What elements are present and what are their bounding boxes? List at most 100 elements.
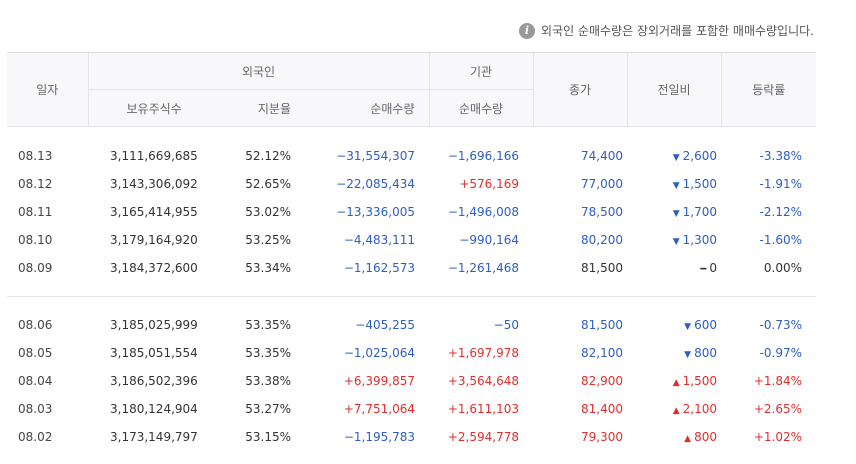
row-change: ▲ 1,500 (627, 367, 721, 395)
row-ratio: 53.35% (245, 346, 291, 360)
row-change: ▼ 2,600 (627, 142, 721, 170)
row-shares: 3,180,124,904 (110, 402, 198, 416)
row-change-value: 800 (694, 430, 717, 444)
row-change: ▼ 1,700 (627, 198, 721, 226)
row-inst-net: −1,261,468 (447, 261, 519, 275)
row-date: 08.03 (18, 402, 53, 416)
row-shares: 3,173,149,797 (110, 430, 198, 444)
row-shares: 3,184,372,600 (110, 261, 198, 275)
row-rate: -1.91% (759, 177, 802, 191)
row-ratio: 52.65% (245, 177, 291, 191)
row-close: 79,300 (581, 430, 623, 444)
header-row-1: 일자 외국인 기관 종가 전일비 등락률 (7, 52, 816, 127)
row-change-value: 800 (694, 346, 717, 360)
row-close: 81,500 (581, 318, 623, 332)
row-date: 08.02 (18, 430, 53, 444)
header-shares: 보유주식수 (87, 89, 218, 127)
row-change-value: 1,500 (682, 177, 717, 191)
row-close: 82,100 (581, 346, 623, 360)
row-date: 08.05 (18, 346, 53, 360)
notice-text: 외국인 순매수량은 장외거래를 포함한 매매수량입니다. (541, 24, 814, 38)
row-rate: +1.02% (753, 430, 802, 444)
row-rate: -2.12% (759, 205, 802, 219)
row-close: 82,900 (581, 374, 623, 388)
row-date: 08.04 (18, 374, 53, 388)
row-ratio: 53.02% (245, 205, 291, 219)
row-rate: -1.60% (759, 233, 802, 247)
arrow-down-icon: ▼ (672, 209, 680, 219)
row-shares: 3,111,669,685 (110, 149, 198, 163)
table-row: 08.11 3,165,414,955 53.02% −13,336,005 −1,49… (7, 198, 816, 226)
row-foreign-net: −405,255 (355, 318, 415, 332)
header-date: 일자 (7, 52, 88, 127)
table-row: 08.10 3,179,164,920 53.25% −4,483,111 −990,1… (7, 226, 816, 254)
row-change: ━ 0 (627, 254, 721, 282)
row-foreign-net: −13,336,005 (336, 205, 415, 219)
row-ratio: 53.25% (245, 233, 291, 247)
row-ratio: 52.12% (245, 149, 291, 163)
header-foreign: 외국인 (87, 52, 429, 90)
investor-trading-table: 일자 외국인 기관 종가 전일비 등락률 보유주식수 지분율 순매수량 순매수량… (7, 52, 816, 451)
arrow-up-icon: ▲ (684, 434, 692, 444)
row-ratio: 53.38% (245, 374, 291, 388)
row-shares: 3,186,502,396 (110, 374, 198, 388)
row-date: 08.11 (18, 205, 53, 219)
row-foreign-net: −1,025,064 (343, 346, 415, 360)
notice: i 외국인 순매수량은 장외거래를 포함한 매매수량입니다. (519, 22, 814, 39)
row-close: 77,000 (581, 177, 623, 191)
arrow-up-icon: ▲ (672, 406, 680, 416)
row-shares: 3,165,414,955 (110, 205, 198, 219)
info-icon: i (519, 22, 535, 39)
row-rate: -0.97% (759, 346, 802, 360)
row-date: 08.09 (18, 261, 53, 275)
row-foreign-net: −1,195,783 (343, 430, 415, 444)
row-change-value: 600 (694, 318, 717, 332)
trading-table: 일자 외국인 기관 종가 전일비 등락률 보유주식수 지분율 순매수량 순매수량… (7, 52, 816, 451)
row-change: ▲ 2,100 (627, 395, 721, 423)
row-ratio: 53.35% (245, 318, 291, 332)
arrow-up-icon: ▲ (672, 378, 680, 388)
row-spacer (7, 297, 816, 312)
row-foreign-net: +7,751,064 (343, 402, 415, 416)
row-change-value: 1,700 (682, 205, 717, 219)
row-date: 08.12 (18, 177, 53, 191)
row-ratio: 53.27% (245, 402, 291, 416)
row-ratio: 53.15% (245, 430, 291, 444)
row-inst-net: +1,611,103 (447, 402, 519, 416)
row-foreign-net: +6,399,857 (343, 374, 415, 388)
row-inst-net: −990,164 (459, 233, 519, 247)
row-close: 78,500 (581, 205, 623, 219)
row-change: ▲ 800 (627, 423, 721, 451)
header-institution: 기관 (428, 52, 533, 90)
row-inst-net: +2,594,778 (447, 430, 519, 444)
row-date: 08.10 (18, 233, 53, 247)
row-change-value: 2,100 (682, 402, 717, 416)
row-change-value: 1,500 (682, 374, 717, 388)
row-close: 81,500 (581, 261, 623, 275)
row-change: ▼ 600 (627, 311, 721, 339)
header-foreign-net: 순매수량 (319, 89, 429, 127)
table-row: 08.03 3,180,124,904 53.27% +7,751,064 +1,611… (7, 395, 816, 423)
table-row: 08.02 3,173,149,797 53.15% −1,195,783 +2,594… (7, 423, 816, 451)
row-inst-net: −50 (493, 318, 519, 332)
row-foreign-net: −31,554,307 (336, 149, 415, 163)
arrow-down-icon: ▼ (672, 237, 680, 247)
arrow-down-icon: ▼ (684, 350, 692, 360)
row-close: 80,200 (581, 233, 623, 247)
arrow-down-icon: ▼ (672, 153, 680, 163)
row-inst-net: +3,564,648 (447, 374, 519, 388)
table-body: 08.13 3,111,669,685 52.12% −31,554,307 −1,69… (7, 127, 816, 452)
table-row: 08.13 3,111,669,685 52.12% −31,554,307 −1,69… (7, 142, 816, 170)
table-row: 08.04 3,186,502,396 53.38% +6,399,857 +3,564… (7, 367, 816, 395)
row-foreign-net: −22,085,434 (336, 177, 415, 191)
header-ratio: 지분율 (218, 89, 319, 127)
row-close: 74,400 (581, 149, 623, 163)
header-inst-net: 순매수량 (428, 89, 533, 127)
row-inst-net: −1,696,166 (447, 149, 519, 163)
arrow-down-icon: ▼ (684, 322, 692, 332)
table-row: 08.06 3,185,025,999 53.35% −405,255 −50 81,50… (7, 311, 816, 339)
row-change: ▼ 1,300 (627, 226, 721, 254)
header-change: 전일비 (626, 52, 721, 127)
row-rate: -0.73% (759, 318, 802, 332)
row-inst-net: +576,169 (459, 177, 519, 191)
